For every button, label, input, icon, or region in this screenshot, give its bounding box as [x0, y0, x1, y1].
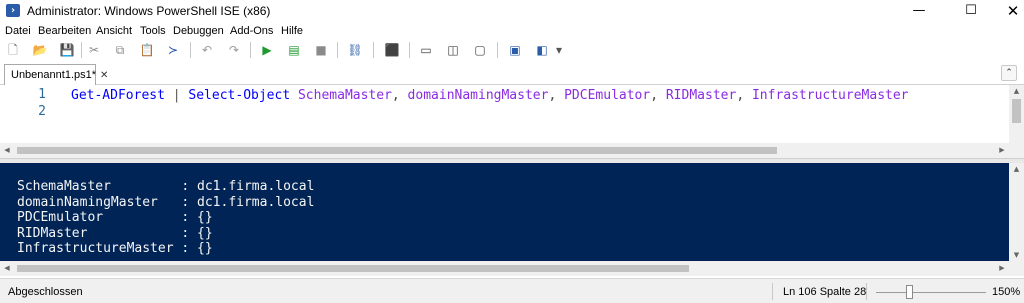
toolbar-separator: [337, 42, 338, 58]
undo-icon[interactable]: ↶: [198, 41, 216, 59]
status-separator: [772, 283, 773, 300]
toolbar-separator: [81, 42, 82, 58]
zoom-level: 150%: [992, 286, 1021, 298]
line-number: 2: [38, 104, 46, 119]
token-comma: ,: [391, 88, 400, 103]
zoom-slider-thumb[interactable]: [905, 285, 913, 299]
menu-bearbeiten[interactable]: Bearbeiten: [38, 25, 91, 37]
scroll-down-icon[interactable]: ▼: [1009, 249, 1024, 261]
script-tab-strip: Unbenannt1.ps1* ✕ ⌃: [0, 61, 1024, 85]
show-script-right-icon[interactable]: ◫: [444, 41, 462, 59]
console-line: domainNamingMaster : dc1.firma.local: [17, 194, 315, 210]
token-argument: RIDMaster: [658, 88, 737, 103]
copy-icon[interactable]: ⧉: [111, 41, 129, 59]
scroll-right-icon[interactable]: ▶: [995, 261, 1009, 276]
scroll-right-icon[interactable]: ▶: [995, 143, 1009, 158]
menu-add-ons[interactable]: Add-Ons: [230, 25, 273, 37]
scroll-left-icon[interactable]: ◀: [0, 143, 14, 158]
scrollbar-corner: [1009, 143, 1024, 158]
tab-unbenannt1[interactable]: Unbenannt1.ps1* ✕: [4, 64, 108, 85]
line-number-gutter: 1 2: [0, 85, 62, 143]
editor-horizontal-scrollbar[interactable]: ◀ ▶: [0, 143, 1009, 158]
menu-tools[interactable]: Tools: [140, 25, 166, 37]
console-line: PDCEmulator : {}: [17, 210, 213, 226]
token-pipe: |: [164, 88, 189, 103]
scroll-up-icon[interactable]: ▲: [1009, 163, 1024, 175]
token-comma: ,: [650, 88, 659, 103]
token-command: Select-Object: [188, 88, 291, 103]
console-output: SchemaMaster : dc1.firma.local domainNami…: [17, 179, 314, 257]
line-number: 1: [38, 87, 46, 102]
token-comma: ,: [736, 88, 745, 103]
window-title: Administrator: Windows PowerShell ISE (x…: [27, 4, 271, 18]
toolbar-separator: [250, 42, 251, 58]
run-icon[interactable]: ▶: [258, 41, 276, 59]
toolbar-separator: [409, 42, 410, 58]
redo-icon[interactable]: ↷: [225, 41, 243, 59]
toolbar: 🗋 📂 💾 ✂ ⧉ 📋 ≻ ↶ ↷ ▶ ▤ ■ ⛓ ⬛ ▭ ◫ ▢ ▣ ◧ ▾: [0, 39, 1024, 61]
powershell-icon: ›: [6, 4, 20, 17]
console-line: RIDMaster : {}: [17, 225, 213, 241]
show-command-addon-icon[interactable]: ◧: [533, 41, 551, 59]
menu-ansicht[interactable]: Ansicht: [96, 25, 132, 37]
scroll-left-icon[interactable]: ◀: [0, 261, 14, 276]
toolbar-separator: [373, 42, 374, 58]
menu-hilfe[interactable]: Hilfe: [281, 25, 303, 37]
token-argument: InfrastructureMaster: [744, 88, 909, 103]
open-icon[interactable]: 📂: [31, 41, 49, 59]
token-argument: PDCEmulator: [556, 88, 651, 103]
status-separator: [866, 283, 867, 300]
show-command-icon[interactable]: ▣: [506, 41, 524, 59]
cut-icon[interactable]: ✂: [85, 41, 103, 59]
status-text: Abgeschlossen: [8, 286, 83, 298]
token-argument: SchemaMaster: [290, 88, 392, 103]
scroll-up-icon[interactable]: ▲: [1009, 85, 1024, 97]
menu-bar: Datei Bearbeiten Ansicht Tools Debuggen …: [0, 23, 1024, 39]
status-bar: Abgeschlossen Ln 106 Spalte 28 150%: [0, 278, 1024, 303]
console-vertical-scrollbar[interactable]: ▲ ▼: [1009, 163, 1024, 261]
console-pane[interactable]: SchemaMaster : dc1.firma.local domainNami…: [0, 163, 1009, 261]
close-icon[interactable]: ✕: [100, 70, 108, 81]
paste-icon[interactable]: 📋: [138, 41, 156, 59]
toolbar-separator: [497, 42, 498, 58]
save-icon[interactable]: 💾: [58, 41, 76, 59]
cursor-position: Ln 106 Spalte 28: [783, 286, 867, 298]
clear-console-icon[interactable]: ≻: [164, 41, 182, 59]
menu-datei[interactable]: Datei: [5, 25, 31, 37]
new-icon[interactable]: 🗋: [4, 41, 22, 59]
close-button[interactable]: ✕: [990, 0, 1024, 22]
token-argument: domainNamingMaster: [399, 88, 549, 103]
show-script-maximized-icon[interactable]: ▢: [471, 41, 489, 59]
customize-toolbar-icon[interactable]: ▾: [553, 41, 565, 59]
run-selection-icon[interactable]: ▤: [285, 41, 303, 59]
zoom-slider-track[interactable]: [876, 292, 986, 293]
maximize-button[interactable]: ☐: [948, 0, 994, 22]
toolbar-separator: [190, 42, 191, 58]
tab-label: Unbenannt1.ps1*: [11, 69, 97, 81]
token-command: Get-ADForest: [71, 88, 165, 103]
console-line: InfrastructureMaster : {}: [17, 241, 213, 257]
remote-powershell-icon[interactable]: ⛓: [346, 41, 364, 59]
code-line-1[interactable]: Get-ADForest | Select-Object SchemaMaste…: [71, 87, 1009, 104]
console-line: SchemaMaster : dc1.firma.local: [17, 179, 315, 194]
minimize-button[interactable]: —: [896, 0, 942, 22]
title-bar: › Administrator: Windows PowerShell ISE …: [0, 0, 1024, 22]
scroll-thumb[interactable]: [1012, 99, 1021, 123]
scroll-thumb[interactable]: [17, 147, 777, 154]
show-script-top-icon[interactable]: ▭: [417, 41, 435, 59]
console-horizontal-scrollbar[interactable]: ◀ ▶: [0, 261, 1009, 276]
scroll-thumb[interactable]: [17, 265, 689, 272]
stop-icon[interactable]: ■: [312, 41, 330, 59]
menu-debuggen[interactable]: Debuggen: [173, 25, 224, 37]
collapse-script-pane-button[interactable]: ⌃: [1001, 65, 1017, 81]
scrollbar-corner: [1009, 261, 1024, 276]
powershell-console-icon[interactable]: ⬛: [383, 41, 401, 59]
